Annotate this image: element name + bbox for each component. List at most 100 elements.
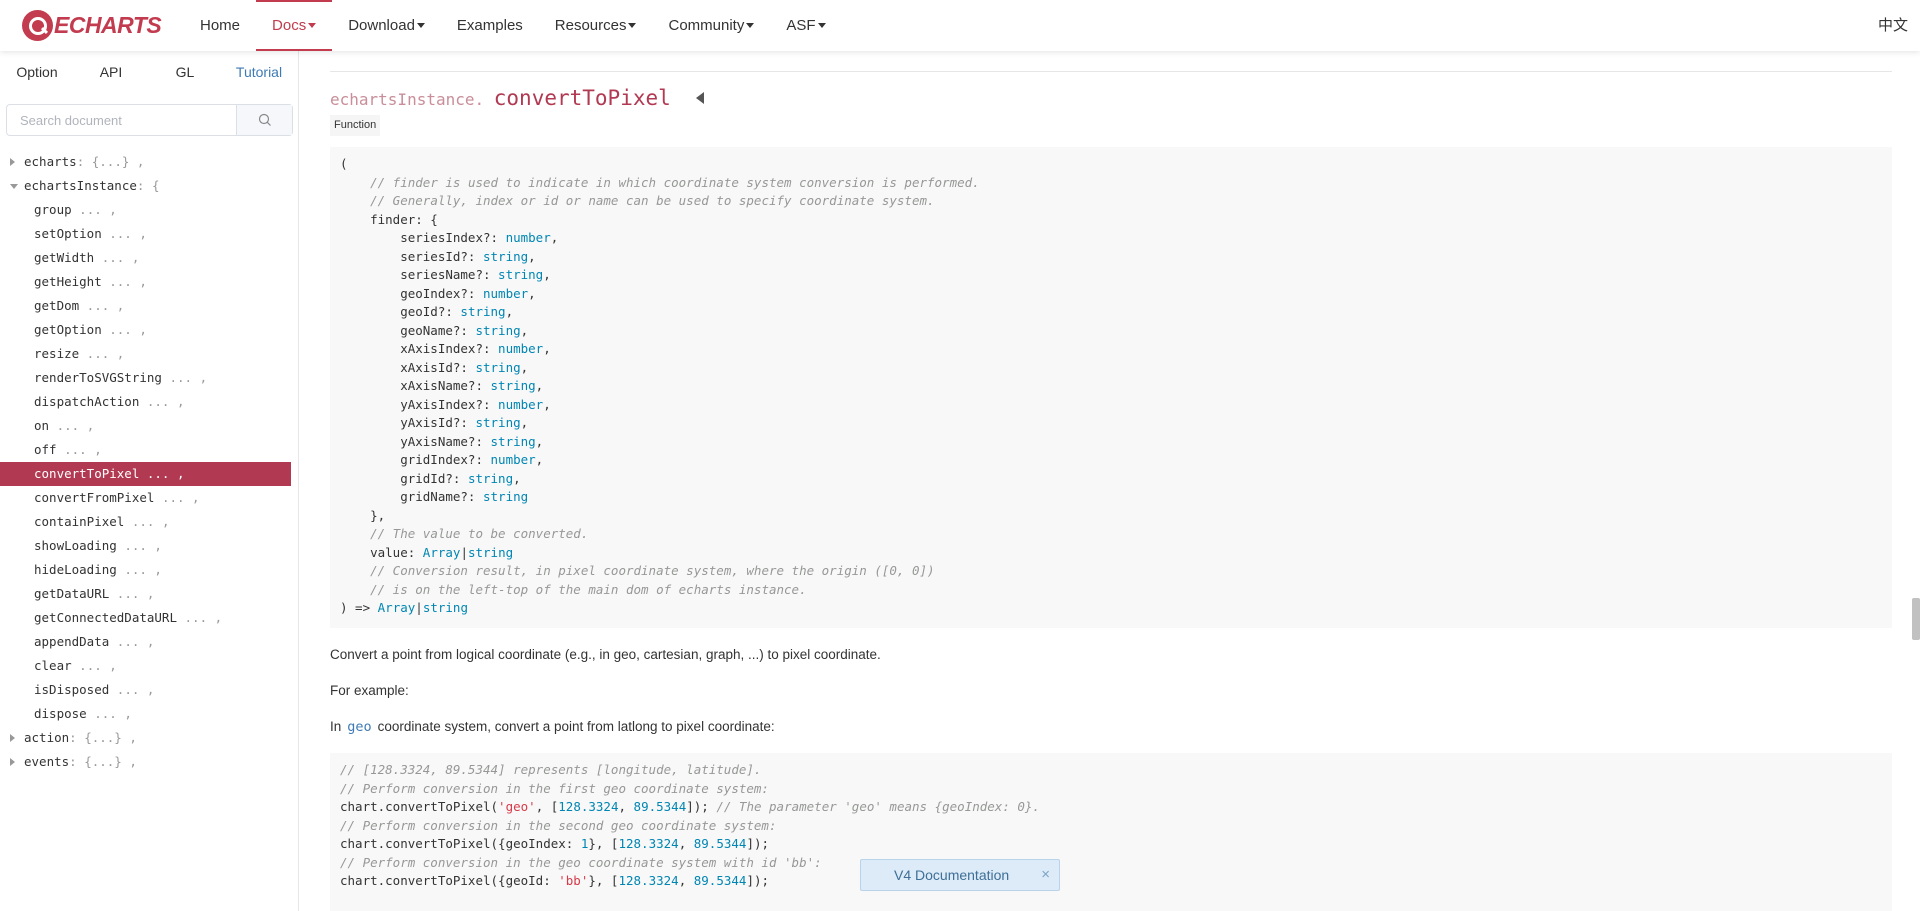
- tree-item-suffix: ... ,: [101, 226, 147, 241]
- tree-item-suffix: ... ,: [56, 442, 102, 457]
- tree-item-setoption[interactable]: setOption ... ,: [0, 222, 299, 246]
- code-token: 128.3324: [618, 873, 679, 888]
- tree-item-suffix: ... ,: [177, 610, 223, 625]
- tree-item-suffix: : {: [136, 178, 160, 193]
- code-token: // Perform conversion in the first geo c…: [340, 780, 769, 796]
- tree-item-getdom[interactable]: getDom ... ,: [0, 294, 299, 318]
- code-token: string: [475, 322, 521, 338]
- code-line: // Perform conversion in the geo coordin…: [340, 854, 1882, 873]
- tree-item-off[interactable]: off ... ,: [0, 438, 299, 462]
- tree-item-suffix: ... ,: [49, 418, 95, 433]
- api-tree: echarts: {...} , echartsInstance: {group …: [0, 150, 299, 774]
- scrollbar-thumb[interactable]: [1912, 598, 1920, 640]
- search-button[interactable]: [236, 105, 292, 135]
- tree-item-getdataurl[interactable]: getDataURL ... ,: [0, 582, 299, 606]
- collapse-arrow-icon[interactable]: [696, 92, 705, 104]
- tree-item-resize[interactable]: resize ... ,: [0, 342, 299, 366]
- tree-item-suffix: ... ,: [79, 346, 125, 361]
- nav-item-examples[interactable]: Examples: [441, 0, 539, 51]
- search-input[interactable]: [7, 105, 237, 135]
- tree-item-name: getDom: [34, 298, 80, 313]
- code-token: ,: [678, 836, 694, 851]
- code-token: string: [475, 415, 521, 430]
- tree-item-getoption[interactable]: getOption ... ,: [0, 318, 299, 342]
- tree-item-events[interactable]: events: {...} ,: [0, 750, 299, 774]
- tree-item-hideloading[interactable]: hideLoading ... ,: [0, 558, 299, 582]
- tree-item-showloading[interactable]: showLoading ... ,: [0, 534, 299, 558]
- geo-intro: In geo coordinate system, convert a point …: [330, 719, 775, 735]
- code-token: // The parameter 'geo' means {geoIndex: …: [716, 799, 1040, 814]
- tree-item-echartsinstance[interactable]: echartsInstance: {: [0, 174, 299, 198]
- tree-item-group[interactable]: group ... ,: [0, 198, 299, 222]
- tree-item-suffix: ... ,: [109, 682, 155, 697]
- code-token: number: [505, 230, 551, 245]
- tree-item-getwidth[interactable]: getWidth ... ,: [0, 246, 299, 270]
- tree-item-containpixel[interactable]: containPixel ... ,: [0, 510, 299, 534]
- sidebar: OptionAPIGLTutorial echarts: {...} ,echa…: [0, 51, 299, 911]
- tree-item-action[interactable]: action: {...} ,: [0, 726, 299, 750]
- tree-item-dispose[interactable]: dispose ... ,: [0, 702, 299, 726]
- nav-item-download[interactable]: Download: [332, 0, 441, 51]
- code-token: ]);: [686, 799, 717, 814]
- tab-gl[interactable]: GL: [148, 64, 222, 80]
- code-token: geoIndex?:: [340, 285, 483, 301]
- doc-content: echartsInstance. convertToPixel Function…: [300, 51, 1920, 911]
- tree-item-echarts[interactable]: echarts: {...} ,: [0, 150, 299, 174]
- close-icon[interactable]: ×: [1041, 860, 1050, 890]
- tree-item-dispatchaction[interactable]: dispatchAction ... ,: [0, 390, 299, 414]
- collapsed-triangle-icon[interactable]: [10, 158, 15, 166]
- code-token: number: [483, 285, 529, 301]
- tree-item-clear[interactable]: clear ... ,: [0, 654, 299, 678]
- collapsed-triangle-icon[interactable]: [10, 734, 15, 742]
- code-line: chart.convertToPixel({geoIndex: 1}, [128…: [340, 835, 1882, 854]
- echarts-logo[interactable]: ECHARTS: [22, 9, 162, 41]
- caret-down-icon: [308, 23, 317, 28]
- tree-item-name: resize: [34, 346, 80, 361]
- tree-item-isdisposed[interactable]: isDisposed ... ,: [0, 678, 299, 702]
- collapsed-triangle-icon[interactable]: [10, 758, 15, 766]
- tab-api[interactable]: API: [74, 64, 148, 80]
- tree-item-on[interactable]: on ... ,: [0, 414, 299, 438]
- code-token: Array: [377, 600, 416, 615]
- nav-item-resources[interactable]: Resources: [539, 0, 653, 51]
- code-token: number: [490, 452, 536, 467]
- sidebar-tabs: Option API GL Tutorial: [0, 51, 298, 93]
- tree-item-rendertosvgstring[interactable]: renderToSVGString ... ,: [0, 366, 299, 390]
- tree-item-appenddata[interactable]: appendData ... ,: [0, 630, 299, 654]
- code-token: xAxisId?:: [340, 359, 476, 375]
- nav-item-community[interactable]: Community: [652, 0, 770, 51]
- tree-item-getconnecteddataurl[interactable]: getConnectedDataURL ... ,: [0, 606, 299, 630]
- nav-item-home[interactable]: Home: [184, 0, 256, 51]
- caret-down-icon: [416, 23, 425, 28]
- tree-item-convertfrompixel[interactable]: convertFromPixel ... ,: [0, 486, 299, 510]
- nav-item-label: Examples: [456, 17, 523, 34]
- nav-item-label: Community: [668, 17, 745, 34]
- tree-item-converttopixel[interactable]: convertToPixel ... ,: [0, 462, 291, 486]
- code-token: ,: [520, 359, 529, 375]
- code-token: ,: [535, 433, 544, 449]
- code-token: yAxisName?:: [340, 433, 491, 449]
- tree-item-name: showLoading: [34, 538, 117, 553]
- language-switch[interactable]: 中文: [1878, 0, 1908, 51]
- geo-link[interactable]: geo: [347, 719, 371, 735]
- code-line: xAxisIndex?: number,: [340, 340, 1882, 359]
- tree-item-suffix: ... ,: [79, 298, 125, 313]
- tree-item-suffix: ... ,: [109, 586, 155, 601]
- tree-item-suffix: ... ,: [94, 250, 140, 265]
- nav-item-docs[interactable]: Docs: [256, 0, 333, 51]
- code-line: xAxisName?: string,: [340, 377, 1882, 396]
- code-token: 89.5344: [693, 873, 747, 888]
- tree-item-getheight[interactable]: getHeight ... ,: [0, 270, 299, 294]
- expanded-triangle-icon[interactable]: [10, 184, 18, 189]
- tab-option[interactable]: Option: [0, 64, 74, 80]
- code-line: xAxisId?: string,: [340, 359, 1882, 378]
- tab-tutorial[interactable]: Tutorial: [222, 64, 296, 80]
- v4-docs-toast[interactable]: V4 Documentation ×: [860, 859, 1060, 891]
- tree-item-name: dispatchAction: [34, 394, 140, 409]
- nav-item-asf[interactable]: ASF: [770, 0, 841, 51]
- tree-item-suffix: : {...} ,: [76, 154, 145, 169]
- code-line: yAxisId?: string,: [340, 414, 1882, 433]
